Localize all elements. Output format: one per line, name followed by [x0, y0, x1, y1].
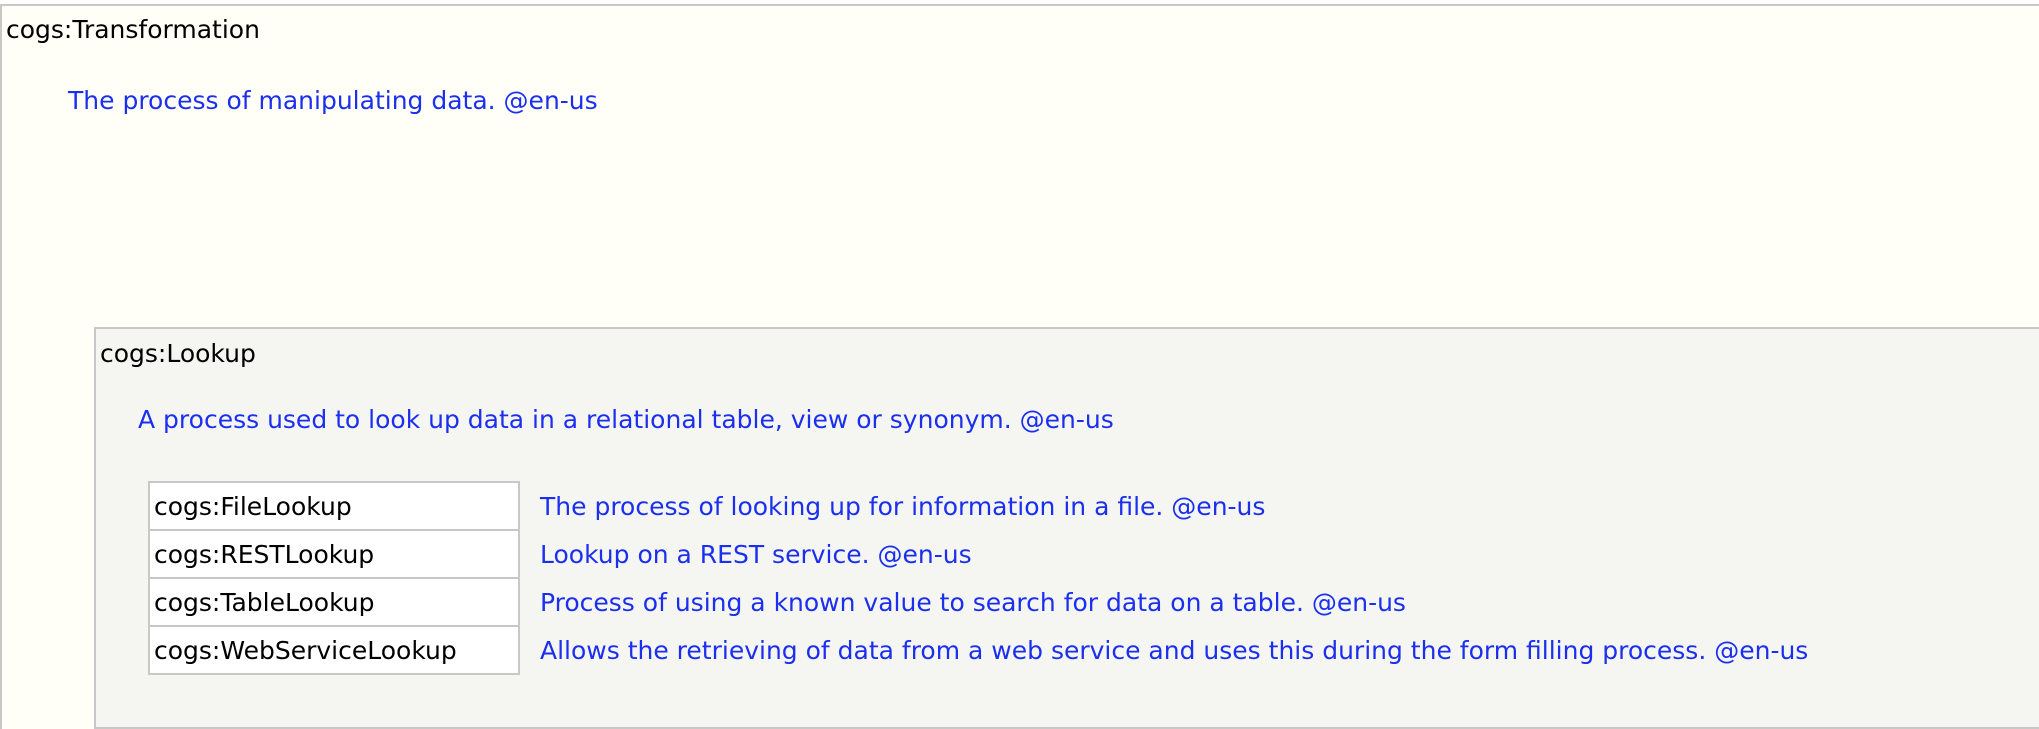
subclass-name-web-service-lookup[interactable]: cogs:WebServiceLookup [148, 625, 520, 675]
subclass-name-rest-lookup[interactable]: cogs:RESTLookup [148, 529, 520, 579]
subclass-name-table-lookup[interactable]: cogs:TableLookup [148, 577, 520, 627]
lookup-subclass-table: cogs:FileLookup The process of looking u… [148, 481, 1809, 675]
table-row: cogs:FileLookup The process of looking u… [148, 481, 1808, 531]
subclass-description-file-lookup: The process of looking up for informatio… [540, 491, 1266, 521]
subclass-description-table-lookup: Process of using a known value to search… [540, 587, 1406, 617]
table-row: cogs:TableLookup Process of using a know… [148, 577, 1808, 627]
subclass-description-web-service-lookup: Allows the retrieving of data from a web… [540, 635, 1809, 665]
transformation-class-box: cogs:Transformation The process of manip… [0, 4, 2039, 729]
transformation-class-title[interactable]: cogs:Transformation [6, 15, 260, 44]
subclass-name-file-lookup[interactable]: cogs:FileLookup [148, 481, 520, 531]
lookup-class-title[interactable]: cogs:Lookup [100, 339, 256, 368]
subclass-description-rest-lookup: Lookup on a REST service. @en-us [540, 539, 972, 569]
lookup-class-description: A process used to look up data in a rela… [138, 405, 1114, 434]
lookup-class-box: cogs:Lookup A process used to look up da… [94, 327, 2039, 729]
table-row: cogs:RESTLookup Lookup on a REST service… [148, 529, 1808, 579]
table-row: cogs:WebServiceLookup Allows the retriev… [148, 625, 1809, 675]
transformation-class-description: The process of manipulating data. @en-us [68, 86, 598, 115]
